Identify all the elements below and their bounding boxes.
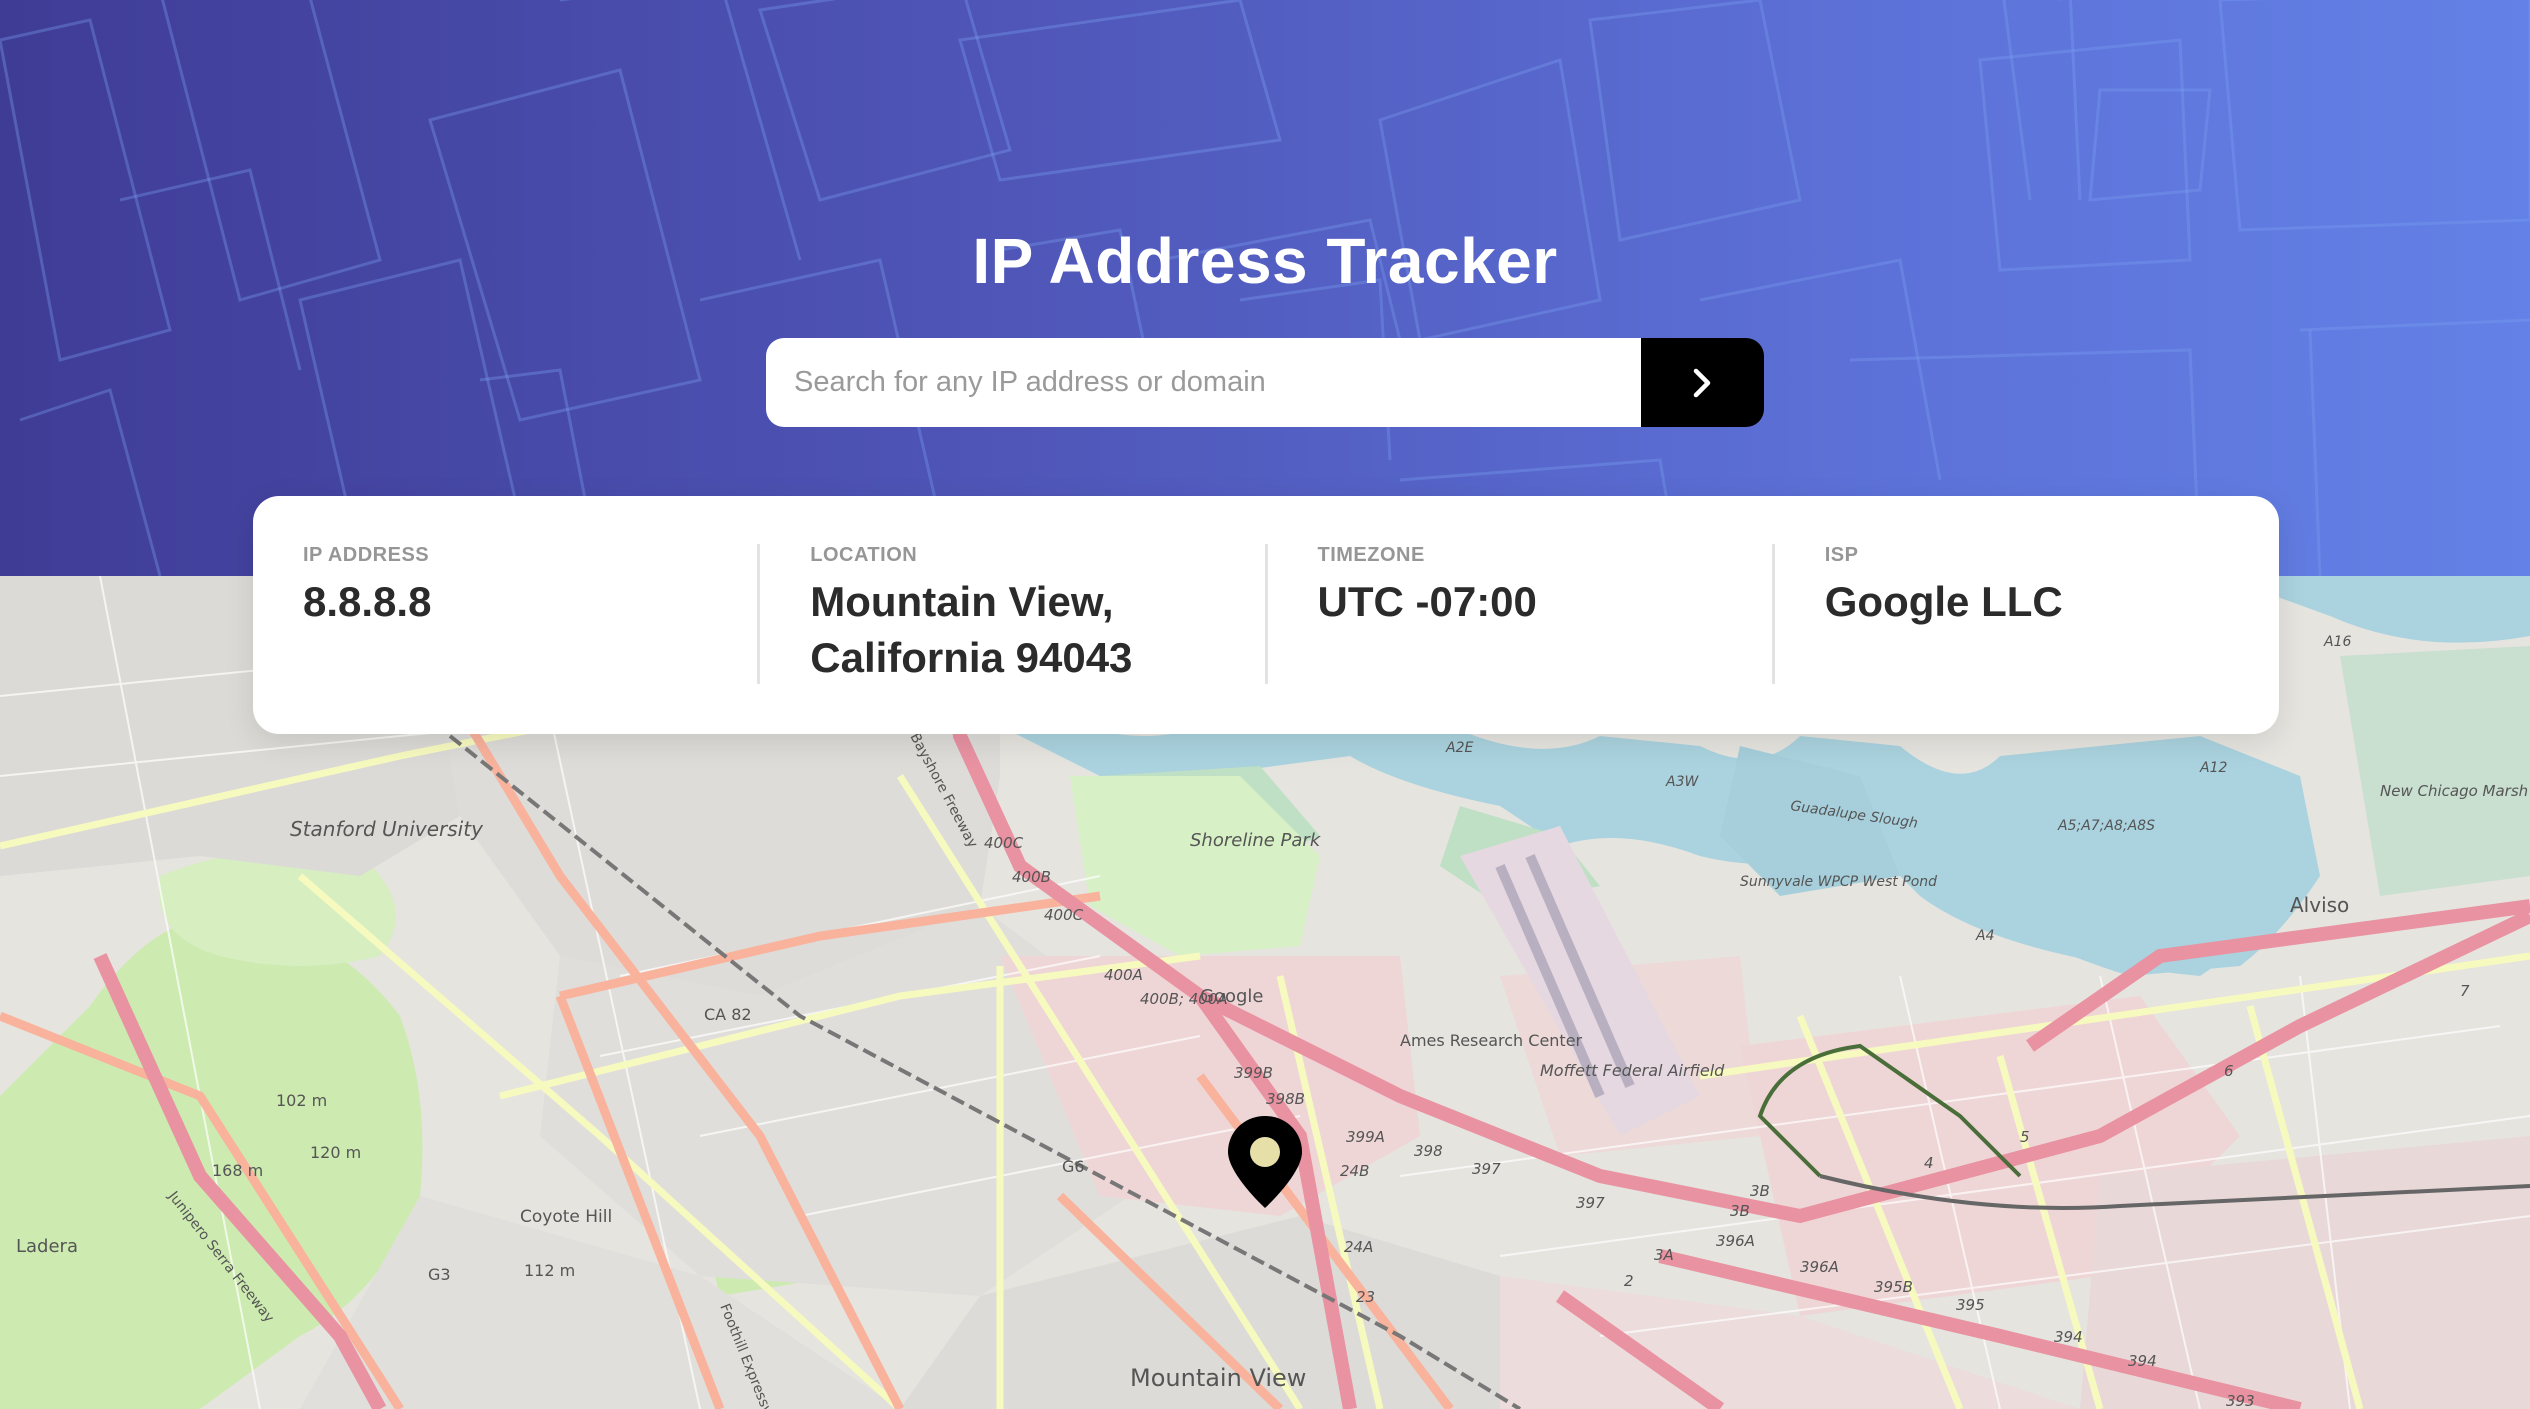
ip-address-label: IP ADDRESS xyxy=(303,544,430,566)
chevron-right-icon xyxy=(1693,368,1710,397)
exit-label: 395 xyxy=(1956,1296,1985,1314)
exit-label: 394 xyxy=(2128,1352,2157,1370)
map-label-mountain-view: Mountain View xyxy=(1130,1364,1306,1392)
map-label-new-chicago: New Chicago Marsh xyxy=(2380,782,2528,800)
exit-label: 2 xyxy=(1624,1272,1634,1290)
exit-label: 3B xyxy=(1750,1182,1770,1200)
exit-label: 396A xyxy=(1716,1232,1755,1250)
exit-label: 400B; 400A xyxy=(1140,990,1228,1008)
exit-label: 395B xyxy=(1874,1278,1913,1296)
exit-label: 24A xyxy=(1344,1238,1373,1256)
search-button[interactable] xyxy=(1641,338,1764,427)
exit-label: 398 xyxy=(1414,1142,1443,1160)
timezone-label: TIMEZONE xyxy=(1317,544,1425,566)
location-block: LOCATION Mountain View, California 94043 xyxy=(757,544,1264,684)
map-label-elev-112: 112 m xyxy=(524,1261,575,1280)
exit-label: 400B xyxy=(1012,868,1051,886)
map-label-coyote-hill: Coyote Hill xyxy=(520,1207,612,1227)
exit-label: 3A xyxy=(1654,1246,1674,1264)
exit-label: 393 xyxy=(2226,1392,2255,1409)
header: IP Address Tracker xyxy=(0,0,2530,576)
exit-label: 7 xyxy=(2460,982,2470,1000)
map-label-elev-168: 168 m xyxy=(212,1161,263,1180)
map-label-moffett: Moffett Federal Airfield xyxy=(1540,1061,1725,1080)
exit-label: 398B xyxy=(1266,1090,1305,1108)
ip-info-card: IP ADDRESS 8.8.8.8 LOCATION Mountain Vie… xyxy=(253,496,2279,734)
timezone-value: UTC -07:00 xyxy=(1317,578,1537,625)
exit-label: 397 xyxy=(1576,1194,1605,1212)
exit-label: 399B xyxy=(1234,1064,1273,1082)
map-label-a2e: A2E xyxy=(1445,740,1473,756)
page-title: IP Address Tracker xyxy=(972,225,1558,297)
exit-label: 23 xyxy=(1356,1288,1375,1306)
exit-label: 400A xyxy=(1104,966,1143,984)
exit-label: 4 xyxy=(1924,1154,1934,1172)
map-label-shoreline: Shoreline Park xyxy=(1190,830,1322,851)
isp-block: ISP Google LLC xyxy=(1771,544,2279,684)
map-label-a12: A12 xyxy=(2199,760,2227,776)
location-pin-icon[interactable] xyxy=(1224,1114,1306,1210)
map-label-stanford: Stanford University xyxy=(290,817,484,841)
map-label-a4: A4 xyxy=(1975,928,1994,944)
exit-label: 394 xyxy=(2054,1328,2083,1346)
exit-label: 400C xyxy=(1044,906,1084,924)
ip-address-value: 8.8.8.8 xyxy=(303,578,432,625)
ip-address-block: IP ADDRESS 8.8.8.8 xyxy=(253,544,757,684)
map-label-elev-120: 120 m xyxy=(310,1143,361,1162)
exit-label: 396A xyxy=(1800,1258,1839,1276)
timezone-block: TIMEZONE UTC -07:00 xyxy=(1264,544,1772,684)
isp-label: ISP xyxy=(1824,544,1859,566)
exit-label: 5 xyxy=(2020,1128,2030,1146)
map-label-alviso: Alviso xyxy=(2290,893,2349,917)
exit-label: 399A xyxy=(1346,1128,1385,1146)
map-label-g3: G3 xyxy=(428,1265,451,1284)
exit-label: 397 xyxy=(1472,1160,1501,1178)
exit-label: 3B xyxy=(1730,1202,1750,1220)
search-form xyxy=(766,338,1764,427)
map-label-ca82: CA 82 xyxy=(704,1005,752,1024)
location-label: LOCATION xyxy=(810,544,918,566)
map-label-g6: G6 xyxy=(1062,1157,1085,1176)
search-input[interactable] xyxy=(766,338,1641,427)
map-label-ames: Ames Research Center xyxy=(1400,1031,1583,1050)
isp-value: Google LLC xyxy=(1824,578,2063,625)
map-label-a5a7: A5;A7;A8;A8S xyxy=(2057,818,2155,834)
location-value: Mountain View, California 94043 xyxy=(810,578,1133,681)
map-label-a16: A16 xyxy=(2323,634,2351,650)
exit-label: 400C xyxy=(984,834,1024,852)
exit-label: 6 xyxy=(2224,1062,2234,1080)
map-label-ladera: Ladera xyxy=(16,1236,78,1257)
map-label-elev-102: 102 m xyxy=(276,1091,327,1110)
map-label-a3w: A3W xyxy=(1665,774,1699,790)
exit-label: 24B xyxy=(1340,1162,1369,1180)
map-label-sunnyvale: Sunnyvale WPCP West Pond xyxy=(1740,874,1937,890)
